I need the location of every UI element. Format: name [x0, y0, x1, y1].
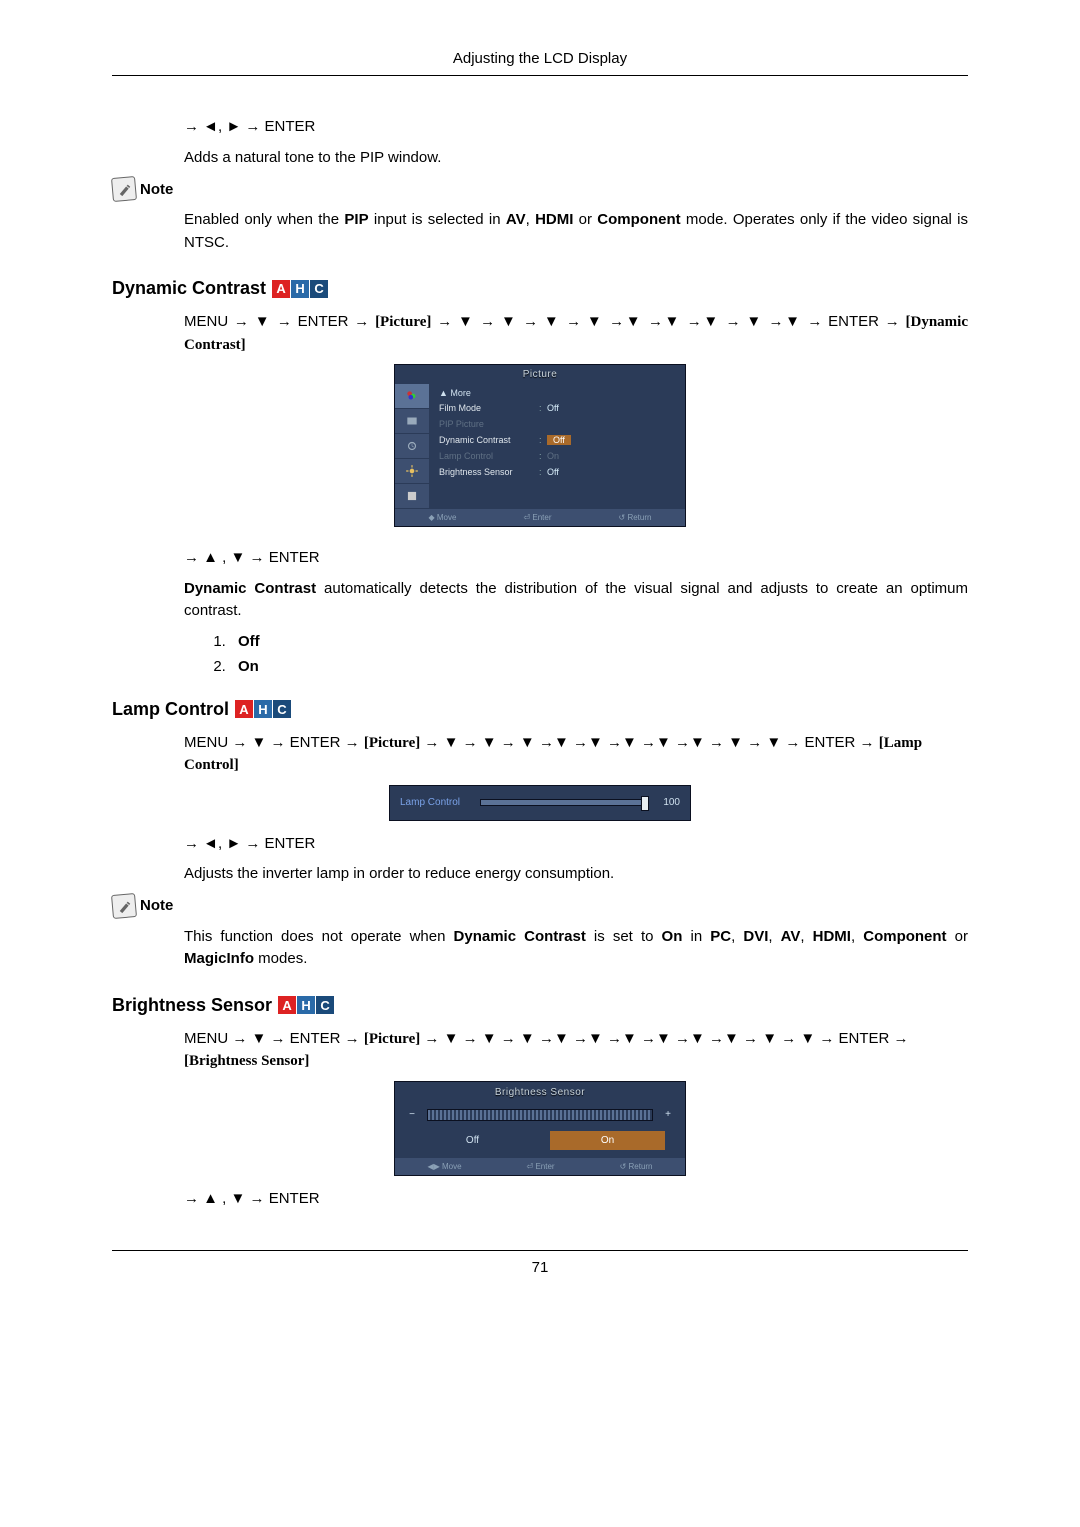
plus-icon[interactable]: +	[663, 1109, 673, 1120]
nav-sequence: → ◄, ► → ENTER	[184, 116, 968, 139]
note-label: Note	[140, 897, 173, 914]
note-text: Enabled only when the PIP input is selec…	[184, 209, 968, 254]
nav-sequence: → ◄, ► → ENTER	[184, 833, 968, 856]
osd-tab-icon[interactable]	[395, 459, 429, 484]
badge-a-icon: A	[235, 700, 253, 718]
nav-sequence: MENU → ▼ → ENTER → [Picture] → ▼ → ▼ → ▼…	[184, 1028, 968, 1073]
badge-c-icon: C	[273, 700, 291, 718]
osd-tab-icon[interactable]	[395, 484, 429, 509]
bs-footer: ◀▶ Move ⏎ Enter ↺ Return	[395, 1158, 685, 1175]
badge-a-icon: A	[278, 996, 296, 1014]
osd-lamp-slider[interactable]: Lamp Control 100	[389, 785, 691, 821]
osd-brightness-sensor: Brightness Sensor − + Off On ◀▶ Move ⏎ E…	[394, 1081, 686, 1176]
osd-row[interactable]: Film Mode:Off	[439, 400, 675, 416]
page-header: Adjusting the LCD Display	[112, 50, 968, 76]
slider-track[interactable]	[427, 1109, 653, 1121]
bs-title: Brightness Sensor	[395, 1082, 685, 1103]
osd-row: PIP Picture	[439, 416, 675, 432]
dc-options: Off On	[112, 633, 968, 675]
badge-h-icon: H	[291, 280, 309, 298]
osd-row[interactable]: Brightness Sensor:Off	[439, 464, 675, 480]
osd-tab-picture-icon[interactable]	[395, 384, 429, 409]
note-icon	[111, 892, 137, 918]
note-icon	[111, 176, 137, 202]
badge-c-icon: C	[310, 280, 328, 298]
osd-row-selected[interactable]: Dynamic Contrast:Off	[439, 432, 675, 448]
badge-c-icon: C	[316, 996, 334, 1014]
intro-description: Adds a natural tone to the PIP window.	[184, 147, 968, 170]
bs-off-button[interactable]: Off	[415, 1131, 530, 1150]
note-label: Note	[140, 181, 173, 198]
badge-a-icon: A	[272, 280, 290, 298]
nav-sequence: → ▲ , ▼ → ENTER	[184, 547, 968, 570]
dc-description: Dynamic Contrast automatically detects t…	[184, 578, 968, 623]
list-item: Off	[230, 633, 968, 650]
section-lamp-control: Lamp Control A H C	[112, 699, 968, 720]
lamp-value: 100	[656, 797, 680, 808]
list-item: On	[230, 658, 968, 675]
nav-sequence: → ▲ , ▼ → ENTER	[184, 1188, 968, 1211]
osd-tab-icon[interactable]	[395, 434, 429, 459]
osd-sidebar	[395, 384, 429, 509]
nav-sequence: MENU → ▼ → ENTER → [Picture] → ▼ → ▼ → ▼…	[184, 732, 968, 777]
osd-row[interactable]: Lamp Control:On	[439, 448, 675, 464]
osd-picture-menu: Picture ▲ More Film Mode:Off PIP Picture…	[394, 364, 686, 527]
section-brightness-sensor: Brightness Sensor A H C	[112, 995, 968, 1016]
slider-track[interactable]	[480, 799, 646, 806]
slider-thumb[interactable]	[641, 796, 649, 811]
page-number: 71	[112, 1250, 968, 1276]
osd-footer: ◆ Move ⏎ Enter ↺ Return	[395, 509, 685, 526]
osd-more[interactable]: ▲ More	[439, 388, 675, 398]
section-dynamic-contrast: Dynamic Contrast A H C	[112, 278, 968, 299]
badge-h-icon: H	[297, 996, 315, 1014]
bs-on-button[interactable]: On	[550, 1131, 665, 1150]
badge-h-icon: H	[254, 700, 272, 718]
note-text: This function does not operate when Dyna…	[184, 926, 968, 971]
lamp-label: Lamp Control	[400, 797, 470, 808]
osd-title: Picture	[395, 365, 685, 384]
nav-sequence: MENU → ▼ → ENTER → [Picture] → ▼ → ▼ → ▼…	[184, 311, 968, 356]
lc-description: Adjusts the inverter lamp in order to re…	[184, 863, 968, 886]
osd-tab-icon[interactable]	[395, 409, 429, 434]
minus-icon[interactable]: −	[407, 1109, 417, 1120]
